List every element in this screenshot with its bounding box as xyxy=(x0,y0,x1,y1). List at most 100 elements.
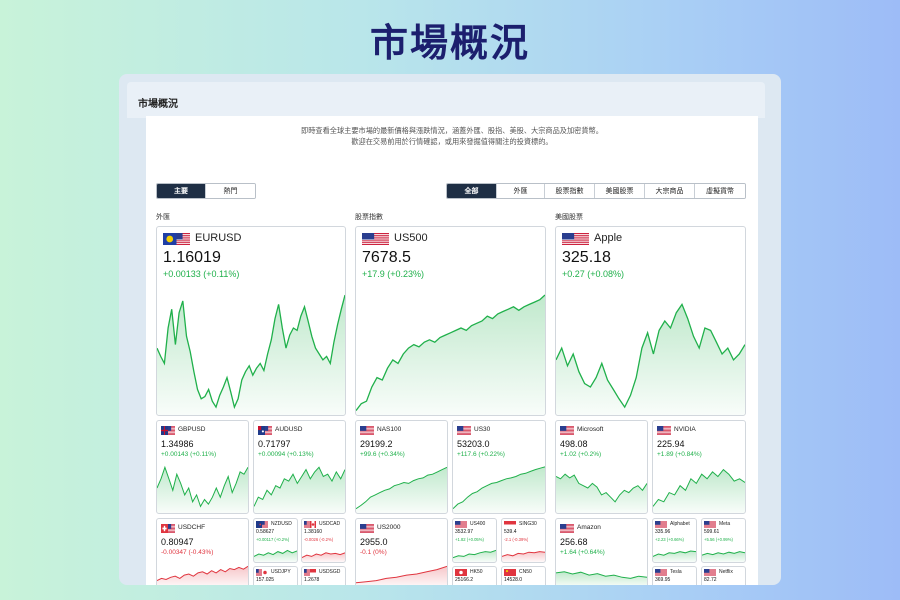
change-value: -0.00347 (-0.43%) xyxy=(161,549,214,556)
price-value: 7678.5 xyxy=(362,249,411,266)
price-value: 1.2678 xyxy=(304,577,320,583)
sparkline-area xyxy=(556,571,647,585)
price-value: 539.4 xyxy=(504,529,517,535)
symbol-label: USDCAD xyxy=(319,521,341,527)
card-tesla[interactable]: Tesla 369.95 xyxy=(652,566,697,585)
tab-crypto[interactable]: 虛擬貨幣 xyxy=(695,184,745,198)
card-nas100[interactable]: NAS100 29199.2 +99.6 (+0.34%) xyxy=(355,420,448,514)
symbol-label: CN50 xyxy=(519,569,532,575)
change-value: +0.00094 (+0.13%) xyxy=(258,451,314,458)
symbol-label: AUDUSD xyxy=(275,426,303,433)
symbol-label: NVIDIA xyxy=(674,426,696,433)
symbol-label: Microsoft xyxy=(577,426,604,433)
tab-main[interactable]: 主要 xyxy=(157,184,207,198)
price-value: 256.68 xyxy=(560,537,588,547)
card-us30[interactable]: US30 53203.0 +117.6 (+0.22%) xyxy=(452,420,546,514)
tab-all[interactable]: 全部 xyxy=(447,184,497,198)
card-sing30[interactable]: SING30 539.4 -2.1 (-0.39%) xyxy=(501,518,546,563)
section-indices-label: 股票指數 xyxy=(355,214,383,221)
sparkline-chart xyxy=(502,551,545,562)
price-value: 14528.0 xyxy=(504,577,523,583)
card-usdsgd[interactable]: USDSGD 1.2678 xyxy=(301,566,346,585)
sparkline-chart xyxy=(556,473,647,513)
hero-title: 市場概況 xyxy=(369,21,530,65)
price-value: 1.34986 xyxy=(161,439,194,449)
us-flag-icon xyxy=(655,521,667,528)
card-netflix[interactable]: Netflix 82.72 xyxy=(701,566,746,585)
card-eurusd[interactable]: EURUSD 1.16019 +0.00133 (+0.11%) xyxy=(156,226,346,416)
card-meta[interactable]: Meta 599.61 +5.56 (+0.99%) xyxy=(701,518,746,563)
price-value: 225.94 xyxy=(657,439,685,449)
us-flag-icon xyxy=(360,426,374,435)
us-flag-icon xyxy=(360,524,374,533)
right-tab-group: 全部 外匯 股票指數 美國股票 大宗商品 虛擬貨幣 xyxy=(446,183,746,199)
symbol-label: Meta xyxy=(719,521,731,527)
window-header xyxy=(127,82,765,118)
card-hk50[interactable]: HK50 25166.2 xyxy=(452,566,497,585)
card-apple[interactable]: Apple 325.18 +0.27 (+0.08%) xyxy=(555,226,746,416)
symbol-label: Tesla xyxy=(670,569,682,575)
nz-us-flag-icon xyxy=(256,521,268,528)
symbol-label: USDCHF xyxy=(178,524,206,531)
change-value: +1.64 (+0.64%) xyxy=(560,549,605,556)
symbol-label: Netflix xyxy=(719,569,733,575)
change-value: +0.00143 (+0.11%) xyxy=(161,451,217,458)
price-value: 335.96 xyxy=(655,529,671,535)
symbol-label: SING30 xyxy=(519,521,537,527)
tab-commodities[interactable]: 大宗商品 xyxy=(645,184,695,198)
card-nzdusd[interactable]: NZDUSD 0.58627 +0.00117 (+0.2%) xyxy=(253,518,298,563)
description-line-2: 歡迎在交易前用於行情確認，或用來發掘值得關注的投資標的。 xyxy=(351,136,553,146)
section-us-stocks-label: 美國股票 xyxy=(555,214,583,221)
tab-forex[interactable]: 外匯 xyxy=(497,184,545,198)
sparkline-chart xyxy=(356,294,545,415)
gb-us-flag-icon xyxy=(161,426,175,435)
tab-indices[interactable]: 股票指數 xyxy=(545,184,595,198)
card-us500[interactable]: US500 7678.5 +17.9 (+0.23%) xyxy=(355,226,546,416)
change-value: +1.89 (+0.84%) xyxy=(657,451,702,458)
us-flag-icon xyxy=(655,569,667,576)
price-value: 3532.97 xyxy=(455,529,474,535)
tab-us-stocks[interactable]: 美國股票 xyxy=(595,184,645,198)
description: 即時查看全球主要市場的最新價格與漲跌情況，涵蓋外匯、股指、美股、大宗商品及加密貨… xyxy=(146,126,758,147)
sparkline-area xyxy=(356,566,447,585)
symbol-label: Amazon xyxy=(577,524,601,531)
sparkline-chart xyxy=(653,468,745,513)
sparkline-area xyxy=(653,469,745,513)
price-value: 25166.2 xyxy=(455,577,474,583)
change-value: +2.23 (+0.66%) xyxy=(655,537,684,542)
change-value: +1.02 (+0.2%) xyxy=(560,451,602,458)
card-usdchf[interactable]: USDCHF 0.80947 -0.00347 (-0.43%) xyxy=(156,518,249,585)
card-alphabet[interactable]: Alphabet 335.96 +2.23 (+0.66%) xyxy=(652,518,697,563)
us-flag-icon xyxy=(704,521,716,528)
change-value: +0.00117 (+0.2%) xyxy=(256,537,290,542)
price-value: 1.16019 xyxy=(163,249,221,266)
symbol-label: USDSGD xyxy=(319,569,341,575)
tab-popular[interactable]: 熱門 xyxy=(206,184,255,198)
card-gbpusd[interactable]: GBPUSD 1.34986 +0.00143 (+0.11%) xyxy=(156,420,249,514)
symbol-label: NZDUSD xyxy=(271,521,292,527)
symbol-label: Apple xyxy=(594,232,623,244)
card-usdcad[interactable]: USDCAD 1.38160 -0.0026 (-0.2%) xyxy=(301,518,346,563)
us-flag-icon xyxy=(362,233,389,245)
card-audusd[interactable]: AUDUSD 0.71797 +0.00094 (+0.13%) xyxy=(253,420,346,514)
sparkline-area xyxy=(157,467,248,513)
sparkline-area xyxy=(556,474,647,513)
sparkline-chart xyxy=(356,565,447,585)
card-nvidia[interactable]: NVIDIA 225.94 +1.89 (+0.84%) xyxy=(652,420,746,514)
card-microsoft[interactable]: Microsoft 498.08 +1.02 (+0.2%) xyxy=(555,420,648,514)
card-usdjpy[interactable]: USDJPY 157.025 xyxy=(253,566,298,585)
price-value: 0.80947 xyxy=(161,537,194,547)
card-us400[interactable]: US400 3532.97 +1.82 (+0.05%) xyxy=(452,518,497,563)
card-amazon[interactable]: Amazon 256.68 +1.64 (+0.64%) xyxy=(555,518,648,585)
symbol-label: GBPUSD xyxy=(178,426,206,433)
sparkline-chart xyxy=(302,552,345,562)
sparkline-chart xyxy=(254,466,345,513)
sparkline-area xyxy=(356,295,545,415)
section-forex-label: 外匯 xyxy=(156,214,170,221)
card-us2000[interactable]: US2000 2955.0 -0.1 (0%) xyxy=(355,518,448,585)
card-cn50[interactable]: CN50 14528.0 xyxy=(501,566,546,585)
price-value: 29199.2 xyxy=(360,439,393,449)
market-overview-window: 市場概況 即時查看全球主要市場的最新價格與漲跌情況，涵蓋外匯、股指、美股、大宗商… xyxy=(119,74,781,585)
us-sg-flag-icon xyxy=(304,569,316,576)
price-value: 325.18 xyxy=(562,249,611,266)
